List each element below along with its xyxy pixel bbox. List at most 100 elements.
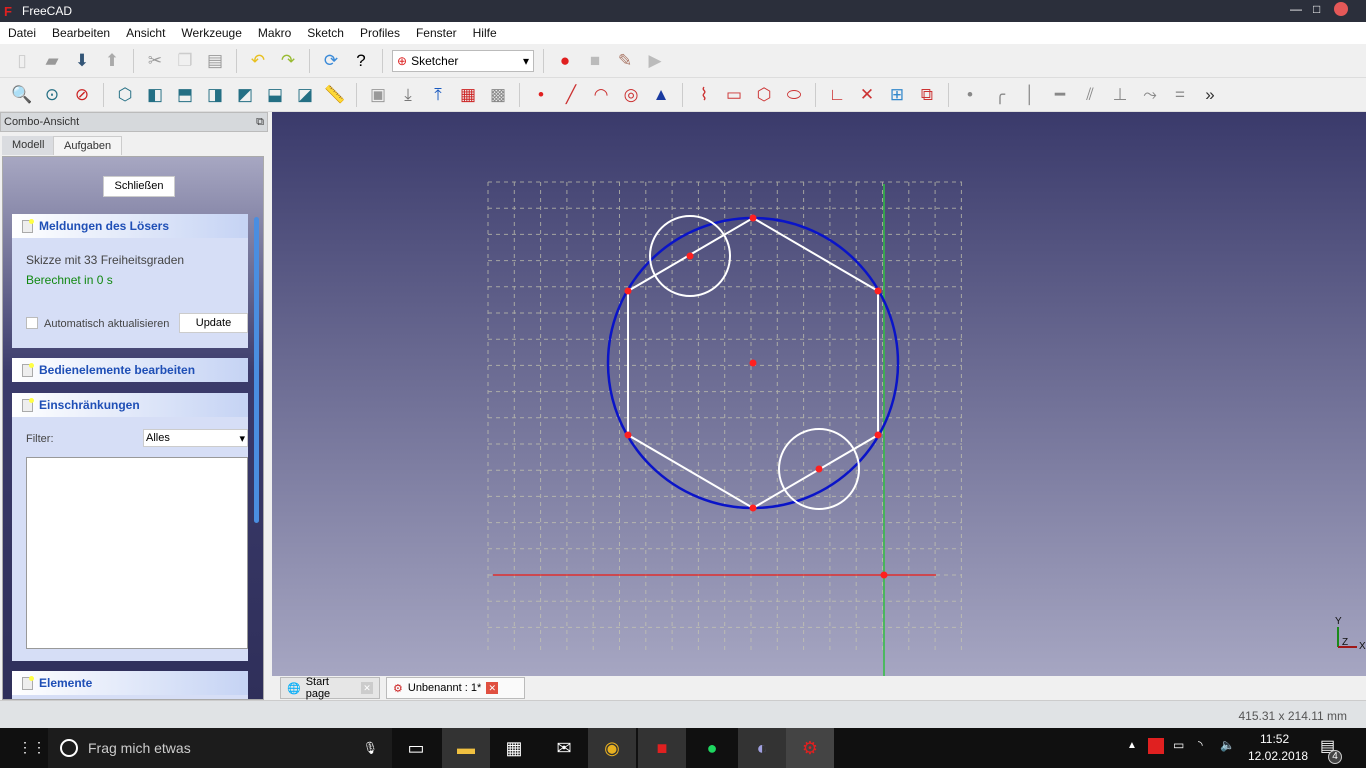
cut-icon[interactable]: ✂ bbox=[143, 49, 167, 73]
tab-start-page[interactable]: 🌐 Start page ✕ bbox=[280, 676, 380, 700]
constrain-equal-icon[interactable]: = bbox=[1168, 83, 1192, 107]
clock-time[interactable]: 11:52 bbox=[1260, 732, 1289, 746]
tab-modell[interactable]: Modell bbox=[2, 136, 55, 155]
constraints-list[interactable] bbox=[26, 457, 248, 649]
new-sketch-icon[interactable]: ▣ bbox=[366, 83, 390, 107]
constraints-header[interactable]: Einschränkungen bbox=[12, 393, 248, 417]
construction-mode-icon[interactable]: ⧉ bbox=[915, 83, 939, 107]
constrain-parallel-icon[interactable]: ⫽ bbox=[1078, 83, 1102, 107]
rectangle-icon[interactable]: ▭ bbox=[722, 83, 746, 107]
view-bottom-icon[interactable]: ⬓ bbox=[263, 83, 287, 107]
menu-sketch[interactable]: Sketch bbox=[299, 22, 352, 40]
browser-icon[interactable]: ◐ bbox=[738, 728, 786, 768]
constrain-coincident-icon[interactable]: • bbox=[958, 83, 982, 107]
line-icon[interactable]: ╱ bbox=[559, 83, 583, 107]
new-icon[interactable]: ▯ bbox=[10, 49, 34, 73]
battery-icon[interactable]: ▭ bbox=[1173, 738, 1184, 752]
auto-update-checkbox[interactable] bbox=[26, 317, 38, 329]
menu-makro[interactable]: Makro bbox=[250, 22, 299, 40]
leave-sketch-icon[interactable]: ⤓ bbox=[396, 83, 420, 107]
view-rear-icon[interactable]: ◩ bbox=[233, 83, 257, 107]
clock-date[interactable]: 12.02.2018 bbox=[1248, 749, 1308, 763]
fit-all-icon[interactable]: 🔍 bbox=[10, 83, 34, 107]
view-section-icon[interactable]: ▦ bbox=[456, 83, 480, 107]
close-sketch-button[interactable]: Schließen bbox=[103, 176, 175, 197]
tab-aufgaben[interactable]: Aufgaben bbox=[53, 136, 123, 155]
redo-icon[interactable]: ↷ bbox=[276, 49, 300, 73]
arc-icon[interactable]: ◠ bbox=[589, 83, 613, 107]
3d-viewport[interactable]: Y Z X bbox=[272, 112, 1366, 676]
measure-icon[interactable]: 📏 bbox=[323, 83, 347, 107]
freecad-taskbar-icon[interactable]: ⚙ bbox=[786, 728, 834, 768]
view-isometric-icon[interactable]: ⬡ bbox=[113, 83, 137, 107]
fit-selection-icon[interactable]: ⊙ bbox=[40, 83, 64, 107]
paste-icon[interactable]: ▤ bbox=[203, 49, 227, 73]
wifi-icon[interactable]: ◝ bbox=[1198, 738, 1203, 752]
view-front-icon[interactable]: ◧ bbox=[143, 83, 167, 107]
tray-expand-icon[interactable]: ▲ bbox=[1127, 740, 1137, 751]
start-icon[interactable]: ⋮⋮ bbox=[18, 739, 46, 756]
view-sketch-icon[interactable]: ⤒ bbox=[426, 83, 450, 107]
polygon-icon[interactable]: ⬡ bbox=[752, 83, 776, 107]
menu-werkzeuge[interactable]: Werkzeuge bbox=[173, 22, 249, 40]
trim-icon[interactable]: ✕ bbox=[855, 83, 879, 107]
point-icon[interactable]: • bbox=[529, 83, 553, 107]
menu-hilfe[interactable]: Hilfe bbox=[465, 22, 505, 40]
update-button[interactable]: Update bbox=[179, 313, 248, 333]
microphone-icon[interactable]: 🎙 bbox=[363, 741, 378, 755]
minimize-button[interactable]: — bbox=[1290, 2, 1302, 16]
whats-this-icon[interactable]: ? bbox=[349, 49, 373, 73]
view-left-icon[interactable]: ◪ bbox=[293, 83, 317, 107]
close-tab-icon[interactable]: ✕ bbox=[486, 682, 499, 694]
close-tab-icon[interactable]: ✕ bbox=[361, 682, 373, 694]
constrain-perpendicular-icon[interactable]: ⊥ bbox=[1108, 83, 1132, 107]
run-macro-icon[interactable]: ▶ bbox=[643, 49, 667, 73]
volume-icon[interactable]: 🔈 bbox=[1220, 738, 1235, 752]
close-button[interactable] bbox=[1334, 2, 1348, 16]
map-sketch-icon[interactable]: ▩ bbox=[486, 83, 510, 107]
explorer-icon[interactable]: ▬ bbox=[442, 728, 490, 768]
menu-datei[interactable]: Datei bbox=[0, 22, 44, 40]
open-icon[interactable]: ▰ bbox=[40, 49, 64, 73]
undock-icon[interactable]: ⧉ bbox=[256, 116, 264, 129]
fillet-icon[interactable]: ∟ bbox=[825, 83, 849, 107]
maximize-button[interactable]: □ bbox=[1313, 2, 1320, 16]
tab-unbenannt[interactable]: ⚙ Unbenannt : 1* ✕ bbox=[386, 677, 525, 699]
undo-icon[interactable]: ↶ bbox=[246, 49, 270, 73]
sketch-canvas[interactable]: Y Z X bbox=[272, 112, 1366, 676]
menu-ansicht[interactable]: Ansicht bbox=[118, 22, 173, 40]
avira-icon[interactable]: ■ bbox=[638, 728, 686, 768]
avira-tray-icon[interactable] bbox=[1148, 738, 1164, 754]
copy-icon[interactable]: ❐ bbox=[173, 49, 197, 73]
draw-style-icon[interactable]: ⊘ bbox=[70, 83, 94, 107]
menu-profiles[interactable]: Profiles bbox=[352, 22, 408, 40]
edit-controls-header[interactable]: Bedienelemente bearbeiten bbox=[12, 358, 248, 382]
more-tools-icon[interactable]: » bbox=[1198, 83, 1222, 107]
macros-icon[interactable]: ✎ bbox=[613, 49, 637, 73]
solver-messages-header[interactable]: Meldungen des Lösers bbox=[12, 214, 248, 238]
stop-macro-icon[interactable]: ■ bbox=[583, 49, 607, 73]
refresh-icon[interactable]: ⟳ bbox=[319, 49, 343, 73]
constrain-vertical-icon[interactable]: │ bbox=[1018, 83, 1042, 107]
chrome-icon[interactable]: ◉ bbox=[588, 728, 636, 768]
save-icon[interactable]: ⬇ bbox=[70, 49, 94, 73]
record-macro-icon[interactable]: ● bbox=[553, 49, 577, 73]
filter-select[interactable]: Alles ▾ bbox=[143, 429, 248, 447]
menu-fenster[interactable]: Fenster bbox=[408, 22, 465, 40]
workbench-selector[interactable]: ⊕ Sketcher ▾ bbox=[392, 49, 534, 72]
polyline-icon[interactable]: ⌇ bbox=[692, 83, 716, 107]
constrain-horizontal-icon[interactable]: ━ bbox=[1048, 83, 1072, 107]
search-box[interactable]: Frag mich etwas 🎙 bbox=[48, 728, 392, 768]
circle-icon[interactable]: ◎ bbox=[619, 83, 643, 107]
elements-header[interactable]: Elemente bbox=[12, 671, 248, 695]
menu-bearbeiten[interactable]: Bearbeiten bbox=[44, 22, 118, 40]
mail-icon[interactable]: ✉ bbox=[540, 728, 588, 768]
view-right-icon[interactable]: ◨ bbox=[203, 83, 227, 107]
spotify-icon[interactable]: ● bbox=[688, 728, 736, 768]
external-geometry-icon[interactable]: ⊞ bbox=[885, 83, 909, 107]
view-top-icon[interactable]: ⬒ bbox=[173, 83, 197, 107]
store-icon[interactable]: ▦ bbox=[490, 728, 538, 768]
constrain-point-on-object-icon[interactable]: ╭ bbox=[988, 83, 1012, 107]
task-view-icon[interactable]: ▭ bbox=[392, 728, 440, 768]
panel-scrollbar[interactable] bbox=[254, 217, 259, 523]
